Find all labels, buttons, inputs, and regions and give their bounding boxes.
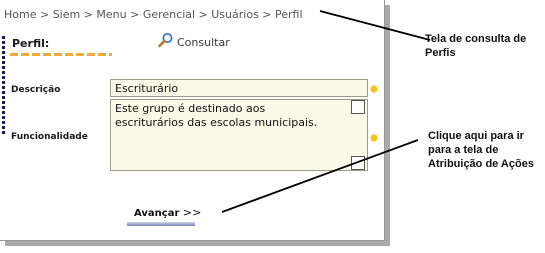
consultar-button[interactable]: Consultar	[158, 32, 230, 52]
double-chevron-right-icon: >>	[182, 206, 202, 219]
avancar-underline	[127, 222, 195, 226]
title-underline	[10, 53, 112, 56]
descricao-field[interactable]: Escriturário	[110, 79, 368, 97]
scroll-up-button[interactable]	[351, 100, 365, 114]
callout-consulta: Tela de consulta de Perfis	[425, 33, 527, 59]
required-indicator	[371, 135, 377, 141]
descricao-label: Descrição	[11, 85, 61, 95]
funcionalidade-label: Funcionalidade	[11, 132, 88, 142]
avancar-label: Avançar	[134, 208, 180, 219]
section-marker	[2, 36, 5, 136]
required-indicator	[371, 86, 377, 92]
scroll-down-button[interactable]	[351, 156, 365, 170]
magnifier-icon	[158, 32, 174, 52]
page-title: Perfil:	[12, 37, 50, 50]
consultar-label: Consultar	[177, 35, 230, 49]
funcionalidade-textarea[interactable]: Este grupo é destinado aos escriturários…	[110, 99, 368, 171]
callout-acoes: Clique aqui para ir para a tela de Atrib…	[428, 130, 534, 170]
breadcrumb: Home > Siem > Menu > Gerencial > Usuário…	[4, 8, 303, 21]
avancar-button[interactable]: Avançar >>	[134, 206, 201, 219]
